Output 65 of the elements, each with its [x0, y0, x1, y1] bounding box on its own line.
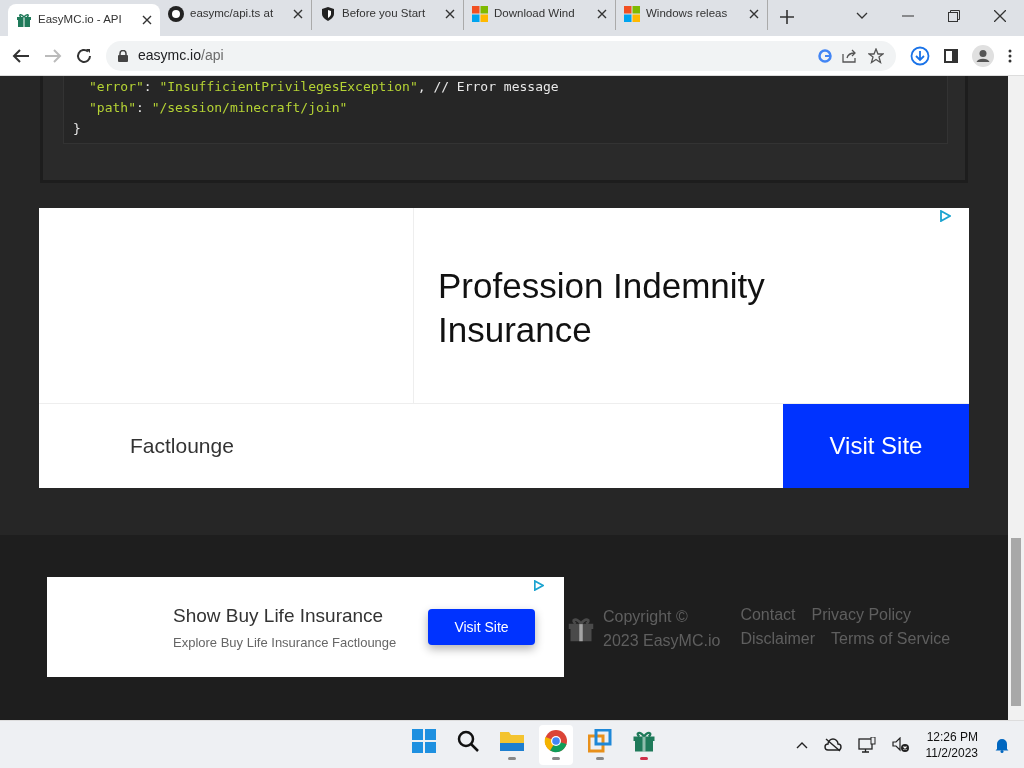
chevron-up-icon[interactable] — [795, 740, 808, 749]
copyright-text: Copyright © — [603, 607, 689, 627]
windows-icon — [624, 6, 640, 22]
lock-icon — [118, 49, 128, 62]
back-arrow-icon[interactable] — [12, 47, 30, 64]
folder-icon[interactable] — [499, 729, 525, 753]
browser-tab[interactable]: EasyMC.io - API — [8, 4, 160, 36]
shield-icon — [320, 6, 336, 22]
scrollbar[interactable] — [1008, 76, 1024, 720]
download-icon[interactable] — [910, 45, 930, 66]
profile-avatar-icon[interactable] — [972, 44, 994, 67]
copyright-text: 2023 EasyMC.io — [603, 631, 721, 651]
side-panel-icon[interactable] — [944, 48, 958, 63]
visit-site-button[interactable]: Visit Site — [428, 609, 535, 645]
plus-icon[interactable] — [780, 10, 794, 24]
chevron-down-icon[interactable] — [856, 12, 868, 20]
cloud-off-icon[interactable] — [823, 737, 842, 752]
code-line: "error": "InsufficientPrivilegesException", // Error message — [88, 78, 560, 96]
ad-title[interactable]: Show Buy Life Insurance — [173, 601, 427, 630]
browser-tab[interactable]: easymc/api.ts at — [160, 0, 312, 30]
bell-icon[interactable] — [994, 736, 1010, 753]
ad-subtitle: Explore Buy Life Insurance Factlounge — [173, 634, 398, 652]
close-icon[interactable] — [142, 15, 152, 25]
tab-title: Download Wind — [494, 6, 576, 22]
windows-icon — [472, 6, 488, 22]
address-bar[interactable]: easymc.io/api — [106, 40, 896, 71]
network-icon[interactable] — [857, 736, 876, 753]
tab-title: Before you Start — [342, 6, 427, 22]
clock-date[interactable]: 11/2/2023 — [925, 744, 978, 761]
windows-logo-icon[interactable] — [412, 729, 436, 753]
clock-time[interactable]: 12:26 PM — [926, 728, 978, 745]
ad-choices-icon[interactable] — [533, 580, 544, 591]
tab-title: easymc/api.ts at — [190, 6, 275, 22]
overlapping-squares-icon[interactable] — [588, 729, 612, 753]
advertiser-name: Factlounge — [129, 433, 235, 460]
ad-headline[interactable]: Profession Indemnity Insurance — [438, 264, 858, 352]
advertisement[interactable]: Profession Indemnity Insurance Factlounge Visit Site — [39, 208, 969, 488]
close-icon[interactable] — [293, 9, 303, 19]
gift-icon — [632, 729, 656, 753]
close-icon[interactable] — [597, 9, 607, 19]
visit-site-button[interactable]: Visit Site — [783, 404, 969, 488]
chrome-icon[interactable] — [544, 729, 568, 753]
reload-icon[interactable] — [76, 47, 92, 64]
ad-choices-icon[interactable] — [939, 210, 951, 222]
footer-advertisement[interactable]: Show Buy Life Insurance Explore Buy Life Insurance Factlounge Visit Site — [47, 577, 564, 677]
close-icon[interactable] — [994, 10, 1006, 22]
more-menu-icon[interactable] — [1008, 48, 1012, 63]
gift-icon — [567, 615, 595, 643]
browser-tab[interactable]: Before you Start — [312, 0, 464, 30]
code-line: } — [73, 120, 82, 138]
close-icon[interactable] — [749, 9, 759, 19]
browser-tab[interactable]: Windows releas — [616, 0, 768, 30]
google-icon[interactable] — [818, 48, 832, 63]
code-line: "path": "/session/minecraft/join" — [88, 99, 349, 117]
star-icon[interactable] — [868, 47, 884, 64]
browser-tab[interactable]: Download Wind — [464, 0, 616, 30]
gift-icon — [16, 12, 32, 28]
tab-title: EasyMC.io - API — [38, 12, 123, 28]
restore-icon[interactable] — [948, 10, 960, 22]
share-icon[interactable] — [842, 48, 858, 63]
url-text: easymc.io/api — [138, 46, 225, 65]
close-icon[interactable] — [445, 9, 455, 19]
search-icon[interactable] — [456, 729, 480, 753]
tab-title: Windows releas — [646, 6, 729, 22]
volume-muted-icon[interactable] — [891, 736, 910, 753]
